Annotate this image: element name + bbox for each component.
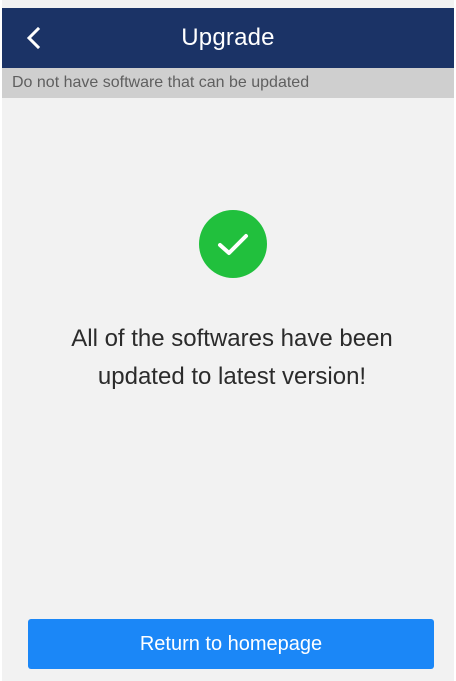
checkmark-icon xyxy=(218,234,248,255)
return-to-homepage-button[interactable]: Return to homepage xyxy=(28,619,434,669)
update-notice: Do not have software that can be updated xyxy=(2,68,454,98)
status-message-line1: All of the softwares have been xyxy=(71,325,393,352)
upgrade-screen: Upgrade Do not have software that can be… xyxy=(2,0,454,681)
status-message-line2: updated to latest version! xyxy=(97,363,367,390)
status-message: All of the softwares have been updated t… xyxy=(22,320,442,396)
page-title: Upgrade xyxy=(181,24,275,51)
check-circle-icon xyxy=(199,210,267,278)
app-header: Upgrade xyxy=(2,8,454,68)
